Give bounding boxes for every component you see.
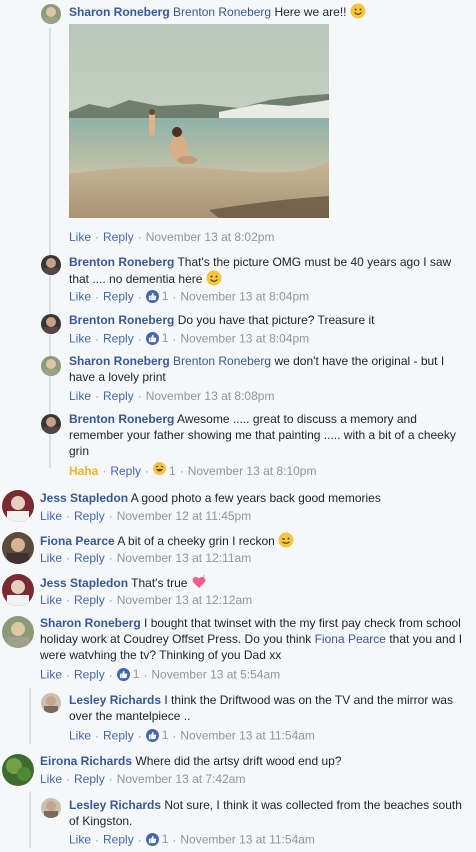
commenter-name[interactable]: Brenton Roneberg	[69, 255, 174, 269]
comment-timestamp[interactable]: November 13 at 8:10pm	[188, 464, 317, 478]
like-link[interactable]: Like	[69, 230, 91, 244]
like-link[interactable]: Like	[69, 290, 91, 304]
avatar[interactable]	[2, 574, 34, 606]
smile-emoji-icon	[206, 270, 222, 290]
thread-line	[49, 28, 51, 468]
comment-timestamp[interactable]: November 13 at 12:12am	[117, 593, 252, 607]
reply-link[interactable]: Reply	[103, 729, 134, 743]
thumbs-up-icon	[145, 728, 159, 742]
comment-timestamp[interactable]: November 13 at 11:54am	[180, 729, 315, 743]
commenter-name[interactable]: Lesley Richards	[69, 693, 161, 707]
comment-text: Do you have that picture? Treasure it	[177, 313, 375, 327]
comment-timestamp[interactable]: November 13 at 8:04pm	[180, 290, 309, 304]
sparkling-heart-emoji-icon	[191, 574, 207, 594]
like-link[interactable]: Like	[40, 551, 62, 565]
like-link[interactable]: Like	[40, 593, 62, 607]
comment-timestamp[interactable]: November 13 at 7:42am	[117, 772, 246, 786]
reply-link[interactable]: Reply	[103, 290, 134, 304]
like-link[interactable]: Like	[69, 332, 91, 346]
like-link[interactable]: Like	[40, 772, 62, 786]
comment-timestamp[interactable]: November 13 at 8:04pm	[180, 332, 309, 346]
tagged-user[interactable]: Brenton Roneberg	[173, 354, 271, 368]
reply-link[interactable]: Reply	[110, 464, 141, 478]
thread-line	[29, 688, 31, 744]
thumbs-up-icon	[116, 667, 130, 681]
avatar[interactable]	[41, 414, 61, 434]
reaction-count[interactable]: 1	[116, 666, 139, 682]
commenter-name[interactable]: Sharon Roneberg	[69, 354, 170, 368]
avatar[interactable]	[2, 490, 34, 522]
tagged-user[interactable]: Brenton Roneberg	[173, 5, 271, 19]
like-link[interactable]: Like	[69, 833, 91, 847]
commenter-name[interactable]: Jess Stapledon	[40, 576, 128, 590]
smile-emoji-icon	[350, 3, 366, 23]
tagged-user[interactable]: Fiona Pearce	[315, 632, 386, 646]
thumbs-up-icon	[145, 832, 159, 846]
comment-text: A bit of a cheeky grin I reckon	[117, 534, 275, 548]
reply-link[interactable]: Reply	[103, 332, 134, 346]
commenter-name[interactable]: Brenton Roneberg	[69, 412, 174, 426]
commenter-name[interactable]: Brenton Roneberg	[69, 313, 174, 327]
reply-link[interactable]: Reply	[103, 833, 134, 847]
comment-timestamp[interactable]: November 12 at 11:45pm	[117, 509, 252, 523]
like-link[interactable]: Like	[69, 389, 91, 403]
like-link[interactable]: Like	[40, 509, 62, 523]
avatar[interactable]	[41, 693, 61, 713]
commenter-name[interactable]: Fiona Pearce	[40, 534, 115, 548]
comment-text: Here we are!!	[274, 5, 347, 19]
reply-link[interactable]: Reply	[74, 668, 105, 682]
reaction-count[interactable]: 1	[145, 831, 168, 847]
comment-timestamp[interactable]: November 13 at 8:08pm	[146, 389, 275, 403]
thumbs-up-icon	[145, 331, 159, 345]
thumbs-up-icon	[145, 289, 159, 303]
comment-timestamp[interactable]: November 13 at 12:11am	[117, 551, 252, 565]
commenter-name[interactable]: Eirona Richards	[40, 754, 132, 768]
thread-line	[29, 792, 31, 848]
comment-text: That's true	[131, 576, 188, 590]
avatar[interactable]	[41, 4, 61, 24]
wink-emoji-icon	[278, 532, 294, 552]
like-link[interactable]: Like	[69, 729, 91, 743]
like-link[interactable]: Like	[40, 668, 62, 682]
avatar[interactable]	[2, 532, 34, 564]
reply-link[interactable]: Reply	[74, 772, 105, 786]
avatar[interactable]	[41, 314, 61, 334]
avatar[interactable]	[41, 255, 61, 275]
comment-text: A good photo a few years back good memor…	[130, 491, 381, 505]
comment-timestamp[interactable]: November 13 at 8:02pm	[146, 230, 275, 244]
reaction-count[interactable]: 1	[145, 727, 168, 743]
commenter-name[interactable]: Jess Stapledon	[40, 491, 128, 505]
reaction-count[interactable]: 1	[145, 330, 168, 346]
avatar[interactable]	[41, 798, 61, 818]
reply-link[interactable]: Reply	[74, 509, 105, 523]
laughing-emoji-icon	[153, 462, 167, 479]
commenter-name[interactable]: Sharon Roneberg	[40, 616, 141, 630]
comment-timestamp[interactable]: November 13 at 5:54am	[151, 668, 280, 682]
haha-reaction-link[interactable]: Haha	[69, 464, 98, 478]
reply-link[interactable]: Reply	[74, 551, 105, 565]
avatar[interactable]	[2, 754, 34, 786]
commenter-name[interactable]: Lesley Richards	[69, 798, 161, 812]
commenter-name[interactable]: Sharon Roneberg	[69, 5, 170, 19]
attached-photo[interactable]	[69, 24, 329, 218]
avatar[interactable]	[41, 356, 61, 376]
comment-text: Where did the artsy drift wood end up?	[135, 754, 342, 768]
reply-link[interactable]: Reply	[74, 593, 105, 607]
reply-link[interactable]: Reply	[103, 230, 134, 244]
reply-link[interactable]: Reply	[103, 389, 134, 403]
avatar[interactable]	[2, 616, 34, 648]
reaction-count[interactable]: 1	[153, 462, 176, 479]
reaction-count[interactable]: 1	[145, 288, 168, 304]
comment-timestamp[interactable]: November 13 at 11:54am	[180, 833, 315, 847]
